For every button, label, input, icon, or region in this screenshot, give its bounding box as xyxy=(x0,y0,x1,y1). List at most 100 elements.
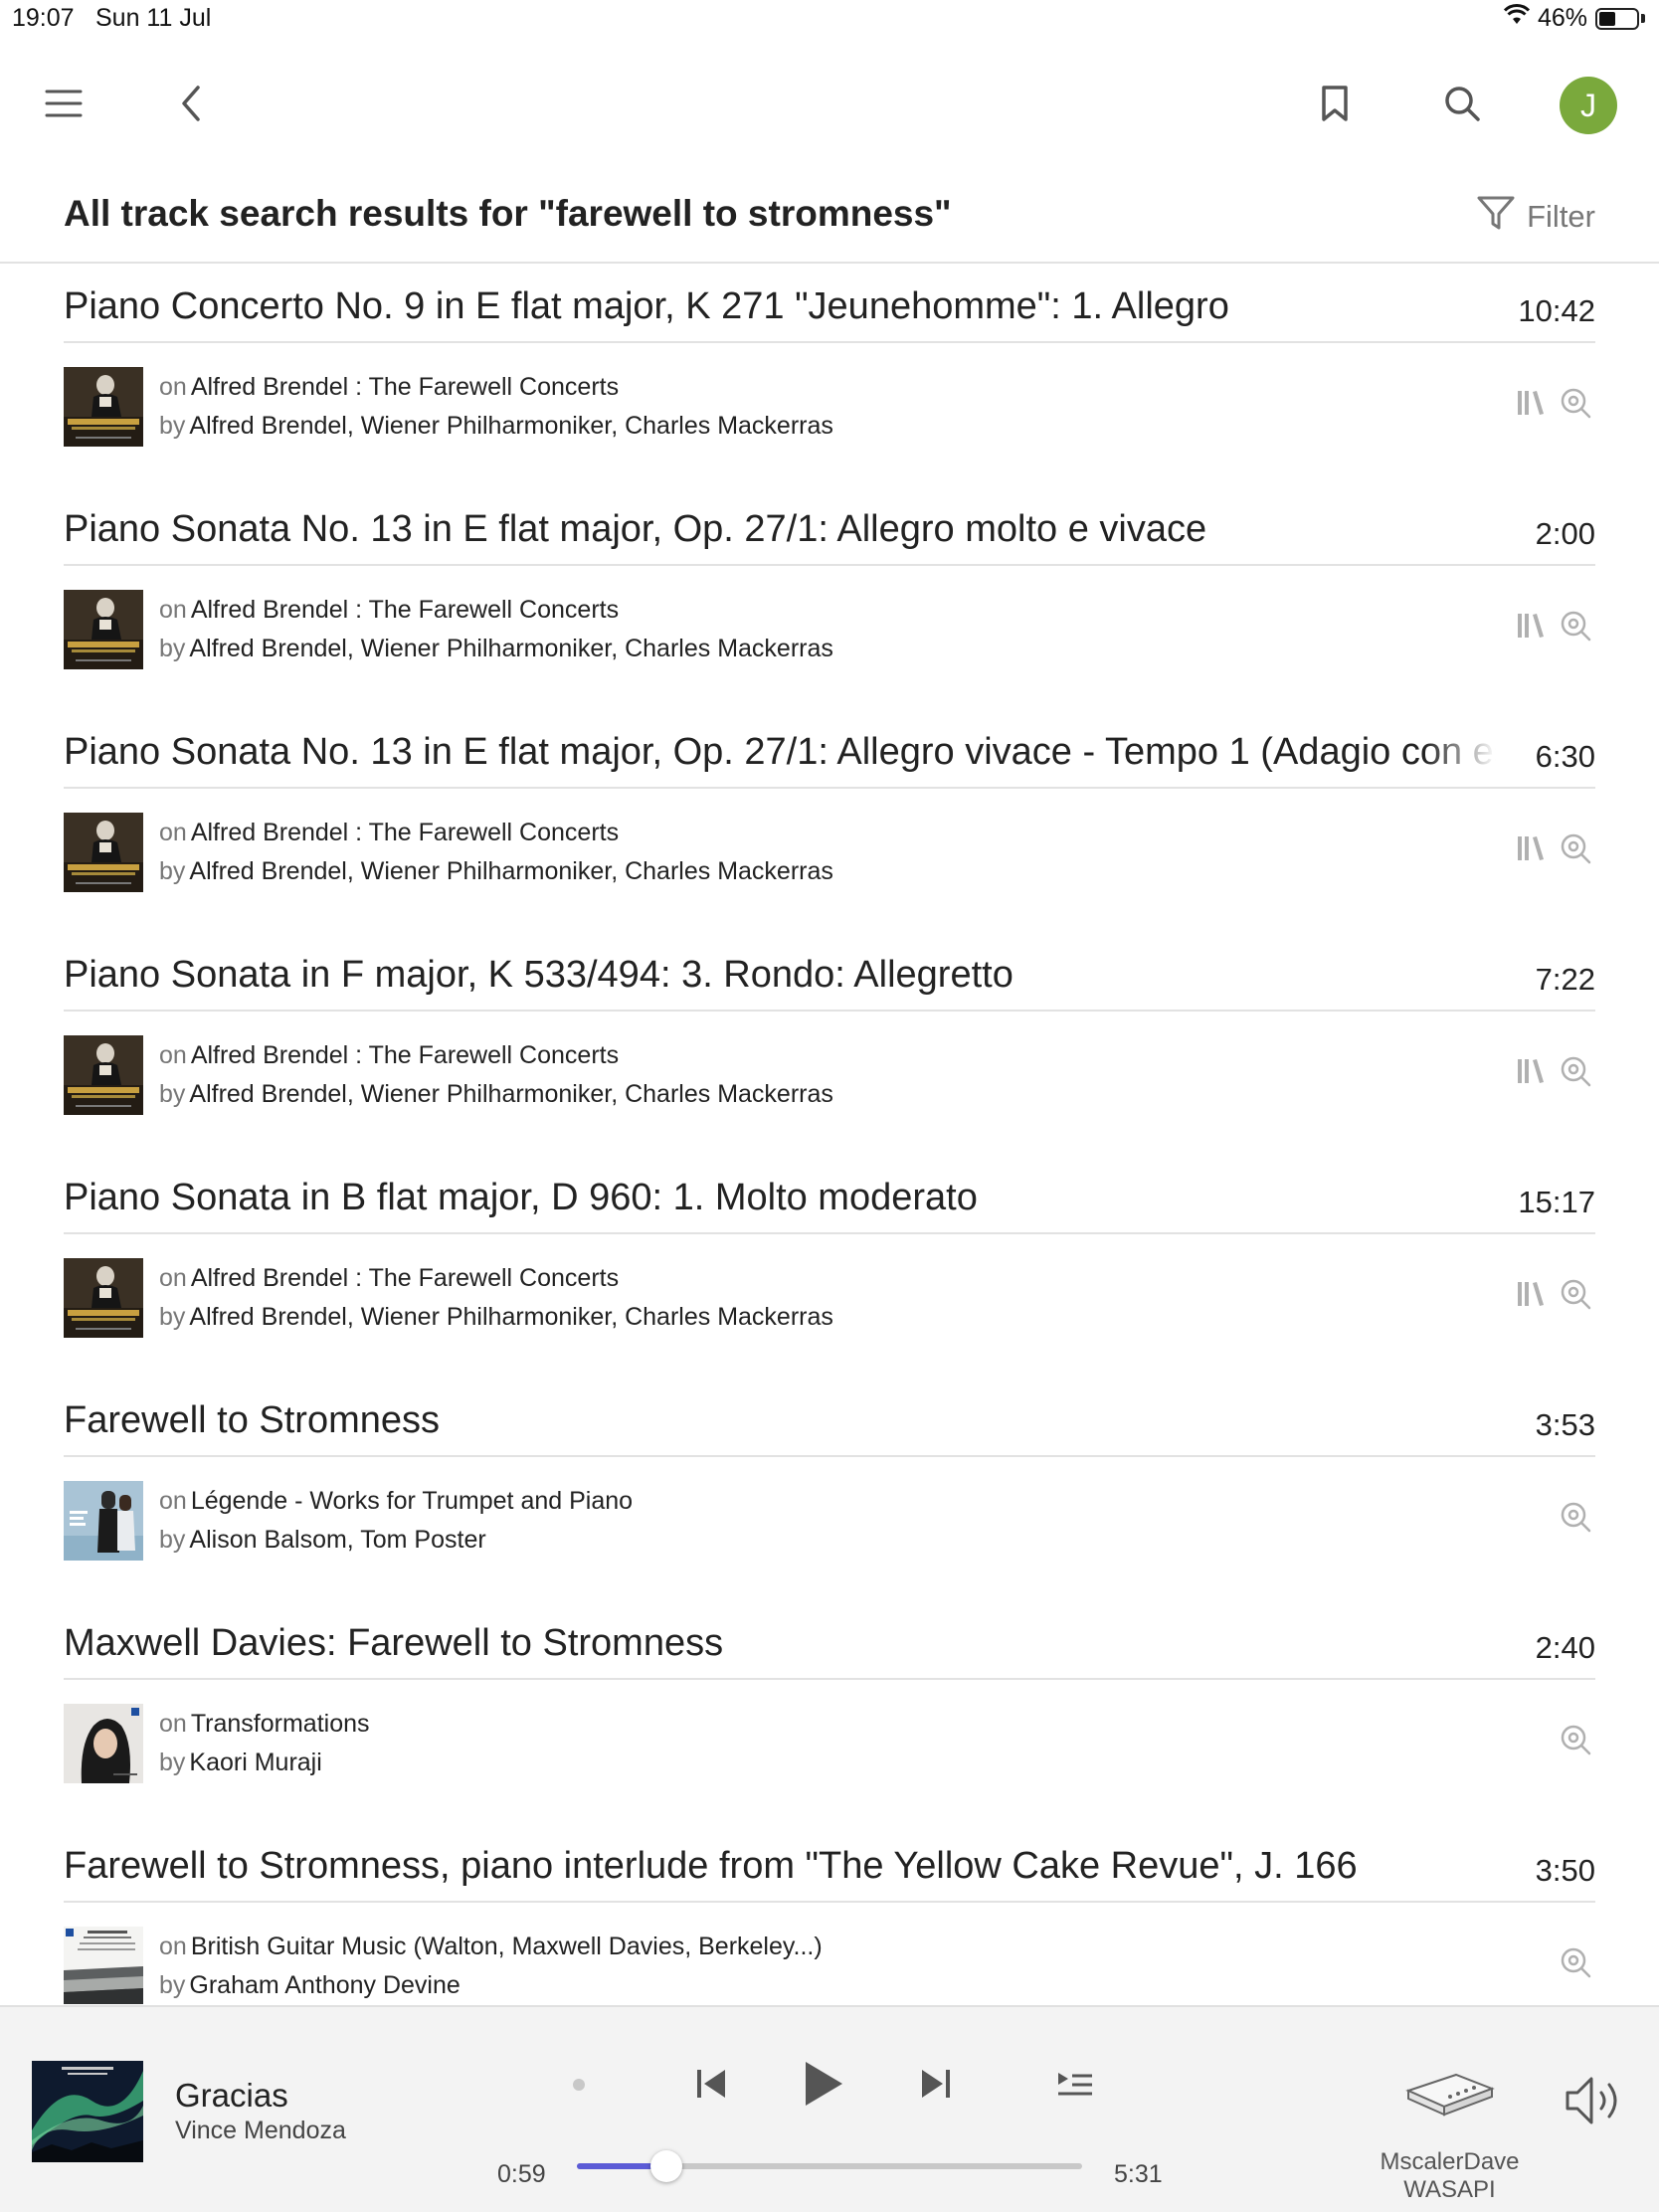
track-title-row[interactable]: Farewell to Stromness, piano interlude f… xyxy=(64,1823,1595,1903)
track-title-row[interactable]: Piano Sonata No. 13 in E flat major, Op.… xyxy=(64,486,1595,566)
track-meta: on Alfred Brendel : The Farewell Concerts… xyxy=(64,1035,1595,1117)
album-cover[interactable] xyxy=(64,367,143,447)
start-radio-icon[interactable] xyxy=(1560,1946,1591,1978)
track-title-row[interactable]: Piano Concerto No. 9 in E flat major, K … xyxy=(64,264,1595,343)
album-line: on Légende - Works for Trumpet and Piano xyxy=(159,1487,633,1516)
library-icon[interactable] xyxy=(1516,610,1548,642)
track-title[interactable]: Farewell to Stromness, piano interlude f… xyxy=(64,1845,1496,1888)
artist-links[interactable]: Alfred Brendel, Wiener Philharmoniker, C… xyxy=(189,1080,832,1108)
on-label: on xyxy=(159,1710,187,1738)
audio-zone-name[interactable]: MscalerDave WASAPI xyxy=(1353,2148,1547,2204)
album-cover[interactable] xyxy=(64,1258,143,1338)
track-row[interactable]: Piano Sonata in F major, K 533/494: 3. R… xyxy=(0,932,1659,1155)
album-cover[interactable] xyxy=(64,1927,143,2004)
start-radio-icon[interactable] xyxy=(1560,1724,1591,1755)
artist-links[interactable]: Graham Anthony Devine xyxy=(189,1971,460,1999)
album-cover[interactable] xyxy=(64,590,143,669)
menu-icon[interactable] xyxy=(34,74,93,133)
bookmark-icon[interactable] xyxy=(1305,74,1365,133)
by-label: by xyxy=(159,857,186,885)
artist-links[interactable]: Kaori Muraji xyxy=(189,1749,321,1776)
track-title[interactable]: Piano Concerto No. 9 in E flat major, K … xyxy=(64,285,1496,328)
track-title[interactable]: Piano Sonata No. 13 in E flat major, Op.… xyxy=(64,731,1496,774)
album-link[interactable]: Alfred Brendel : The Farewell Concerts xyxy=(191,373,619,401)
radio-indicator-icon[interactable] xyxy=(569,2075,589,2095)
album-cover[interactable] xyxy=(64,1704,143,1783)
track-title-row[interactable]: Piano Sonata in B flat major, D 960: 1. … xyxy=(64,1155,1595,1234)
track-actions xyxy=(1560,1946,1591,1978)
now-playing-cover[interactable] xyxy=(32,2061,143,2162)
album-link[interactable]: Légende - Works for Trumpet and Piano xyxy=(191,1487,633,1515)
track-row[interactable]: Farewell to Stromness, piano interlude f… xyxy=(0,1823,1659,2004)
library-icon[interactable] xyxy=(1516,1278,1548,1310)
artist-links[interactable]: Alfred Brendel, Wiener Philharmoniker, C… xyxy=(189,412,832,440)
library-icon[interactable] xyxy=(1516,1055,1548,1087)
track-title-row[interactable]: Piano Sonata in F major, K 533/494: 3. R… xyxy=(64,932,1595,1012)
volume-icon[interactable] xyxy=(1564,2073,1631,2128)
filter-label: Filter xyxy=(1527,199,1595,234)
artist-line: by Alfred Brendel, Wiener Philharmoniker,… xyxy=(159,1303,833,1332)
next-track-button[interactable] xyxy=(911,2059,961,2109)
track-title[interactable]: Maxwell Davies: Farewell to Stromness xyxy=(64,1622,1496,1665)
on-label: on xyxy=(159,1933,187,1960)
user-avatar[interactable]: J xyxy=(1560,77,1617,134)
track-title-row[interactable]: Piano Sonata No. 13 in E flat major, Op.… xyxy=(64,709,1595,789)
status-bar: 19:07 Sun 11 Jul 46% xyxy=(0,0,1659,40)
album-link[interactable]: Alfred Brendel : The Farewell Concerts xyxy=(191,596,619,624)
track-title[interactable]: Piano Sonata in F major, K 533/494: 3. R… xyxy=(64,954,1496,997)
album-link[interactable]: Alfred Brendel : The Farewell Concerts xyxy=(191,1264,619,1292)
album-link[interactable]: Transformations xyxy=(191,1710,370,1738)
now-playing-artist: Vince Mendoza xyxy=(175,2117,346,2144)
elapsed-time: 0:59 xyxy=(497,2160,546,2188)
library-icon[interactable] xyxy=(1516,387,1548,419)
artist-links[interactable]: Alfred Brendel, Wiener Philharmoniker, C… xyxy=(189,857,832,885)
track-title[interactable]: Farewell to Stromness xyxy=(64,1399,1496,1442)
play-button[interactable] xyxy=(794,2051,853,2117)
track-actions xyxy=(1516,387,1591,419)
album-link[interactable]: Alfred Brendel : The Farewell Concerts xyxy=(191,1041,619,1069)
start-radio-icon[interactable] xyxy=(1560,1278,1591,1310)
track-row[interactable]: Farewell to Stromness 3:53 on Légende - Wor… xyxy=(0,1378,1659,1600)
seek-bar[interactable] xyxy=(577,2150,1082,2182)
track-row[interactable]: Piano Concerto No. 9 in E flat major, K … xyxy=(0,264,1659,486)
by-label: by xyxy=(159,1749,186,1776)
artist-links[interactable]: Alison Balsom, Tom Poster xyxy=(189,1526,485,1554)
battery-icon xyxy=(1595,7,1639,30)
track-meta: on Légende - Works for Trumpet and Piano b… xyxy=(64,1481,1595,1563)
track-title-row[interactable]: Maxwell Davies: Farewell to Stromness 2:4… xyxy=(64,1600,1595,1680)
album-line: on Transformations xyxy=(159,1710,370,1739)
start-radio-icon[interactable] xyxy=(1560,387,1591,419)
artist-line: by Alfred Brendel, Wiener Philharmoniker,… xyxy=(159,1080,833,1109)
album-link[interactable]: British Guitar Music (Walton, Maxwell Da… xyxy=(191,1933,823,1960)
track-title[interactable]: Piano Sonata No. 13 in E flat major, Op.… xyxy=(64,508,1496,551)
track-title[interactable]: Piano Sonata in B flat major, D 960: 1. … xyxy=(64,1177,1496,1219)
start-radio-icon[interactable] xyxy=(1560,832,1591,864)
status-indicators: 46% xyxy=(1503,4,1645,33)
album-cover[interactable] xyxy=(64,1035,143,1115)
status-date: Sun 11 Jul xyxy=(95,4,212,32)
track-row[interactable]: Maxwell Davies: Farewell to Stromness 2:4… xyxy=(0,1600,1659,1823)
start-radio-icon[interactable] xyxy=(1560,610,1591,642)
artist-links[interactable]: Alfred Brendel, Wiener Philharmoniker, C… xyxy=(189,1303,832,1331)
back-icon[interactable] xyxy=(161,74,221,133)
track-title-row[interactable]: Farewell to Stromness 3:53 xyxy=(64,1378,1595,1457)
track-row[interactable]: Piano Sonata No. 13 in E flat major, Op.… xyxy=(0,486,1659,709)
filter-button[interactable]: Filter xyxy=(1477,195,1595,239)
track-row[interactable]: Piano Sonata in B flat major, D 960: 1. … xyxy=(0,1155,1659,1378)
album-line: on British Guitar Music (Walton, Maxwell … xyxy=(159,1933,823,1961)
queue-icon[interactable] xyxy=(1050,2063,1100,2107)
previous-track-button[interactable] xyxy=(686,2059,736,2109)
artist-line: by Alfred Brendel, Wiener Philharmoniker,… xyxy=(159,635,833,663)
track-row[interactable]: Piano Sonata No. 13 in E flat major, Op.… xyxy=(0,709,1659,932)
artist-links[interactable]: Alfred Brendel, Wiener Philharmoniker, C… xyxy=(189,635,832,662)
album-cover[interactable] xyxy=(64,813,143,892)
audio-zone-device-icon[interactable] xyxy=(1398,2067,1498,2122)
album-link[interactable]: Alfred Brendel : The Farewell Concerts xyxy=(191,819,619,846)
library-icon[interactable] xyxy=(1516,832,1548,864)
track-actions xyxy=(1560,1724,1591,1755)
album-cover[interactable] xyxy=(64,1481,143,1561)
start-radio-icon[interactable] xyxy=(1560,1501,1591,1533)
search-icon[interactable] xyxy=(1432,74,1492,133)
seek-handle[interactable] xyxy=(650,2150,683,2182)
start-radio-icon[interactable] xyxy=(1560,1055,1591,1087)
